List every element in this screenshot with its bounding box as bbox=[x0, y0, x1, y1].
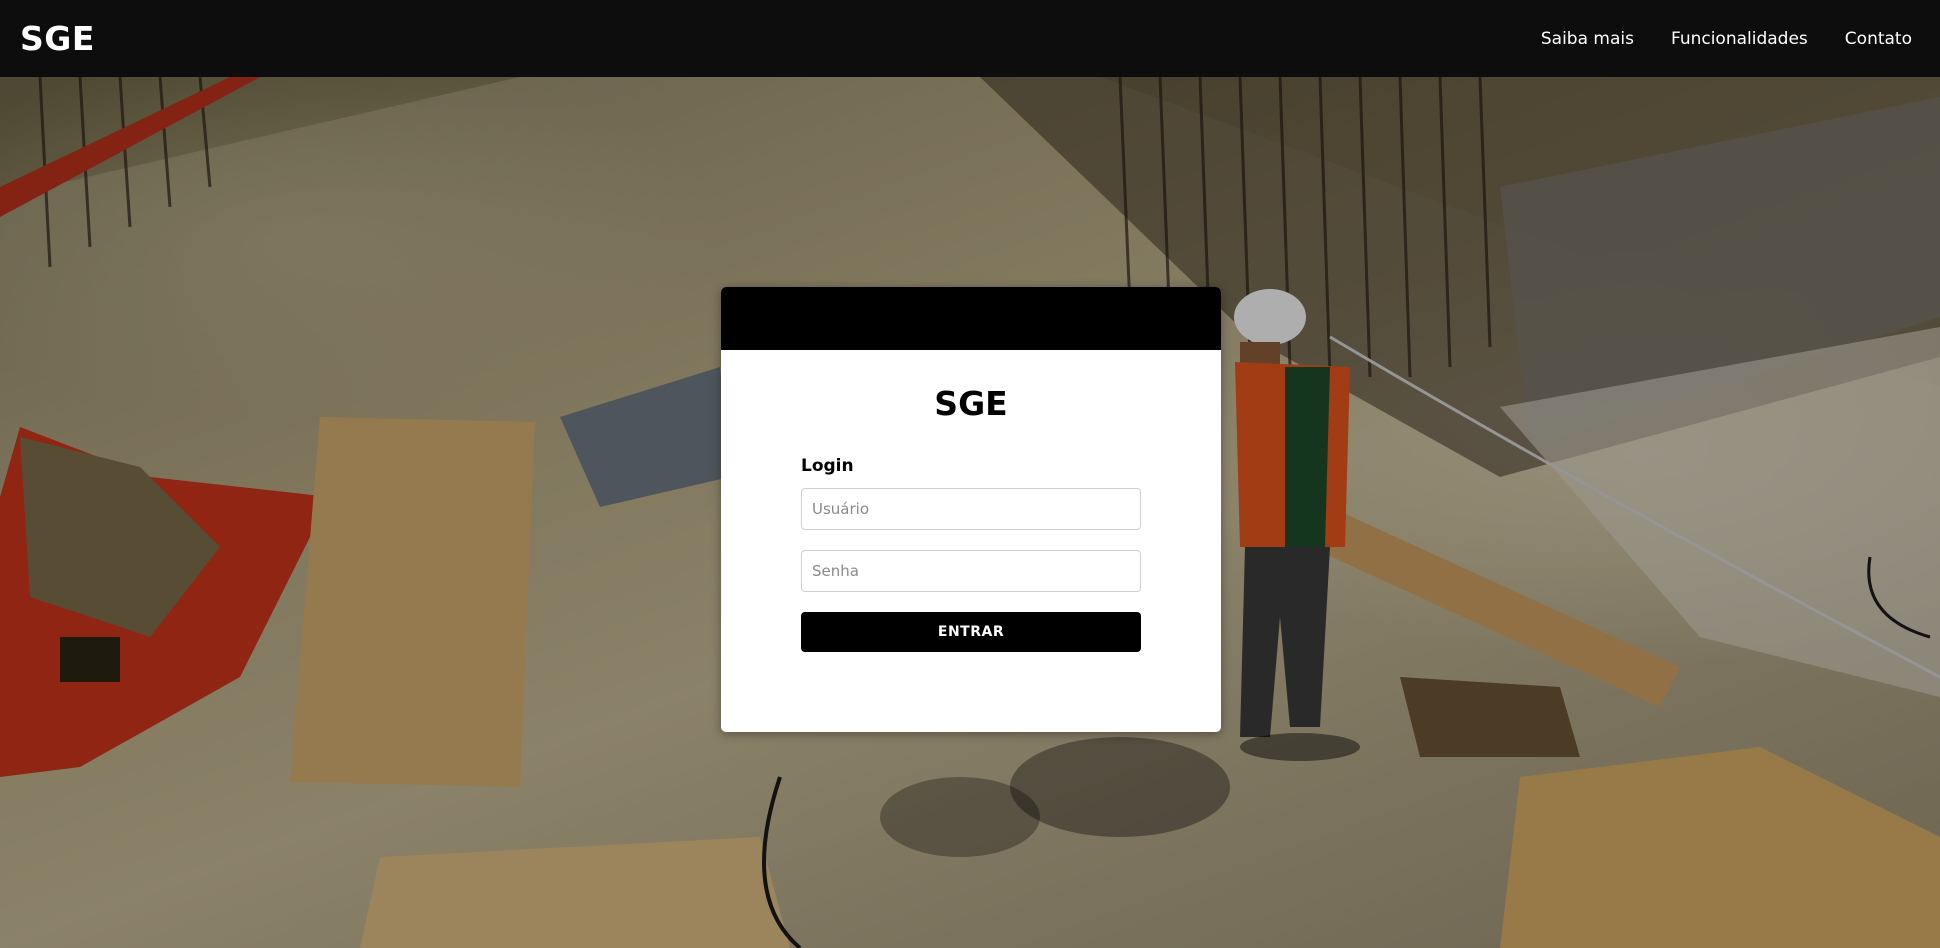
login-card-header bbox=[721, 287, 1221, 350]
login-card: SGE Login ENTRAR bbox=[721, 287, 1221, 732]
top-navbar: SGE Saiba mais Funcionalidades Contato bbox=[0, 0, 1940, 77]
login-card-title: SGE bbox=[934, 384, 1008, 423]
nav-link-contato[interactable]: Contato bbox=[1845, 29, 1912, 49]
username-input[interactable] bbox=[801, 488, 1141, 530]
nav-link-saiba-mais[interactable]: Saiba mais bbox=[1541, 29, 1634, 49]
password-input[interactable] bbox=[801, 550, 1141, 592]
nav-link-funcionalidades[interactable]: Funcionalidades bbox=[1671, 29, 1808, 49]
nav-links: Saiba mais Funcionalidades Contato bbox=[1541, 29, 1912, 49]
login-submit-button[interactable]: ENTRAR bbox=[801, 612, 1141, 652]
brand-logo[interactable]: SGE bbox=[20, 19, 95, 58]
login-label: Login bbox=[801, 456, 854, 476]
